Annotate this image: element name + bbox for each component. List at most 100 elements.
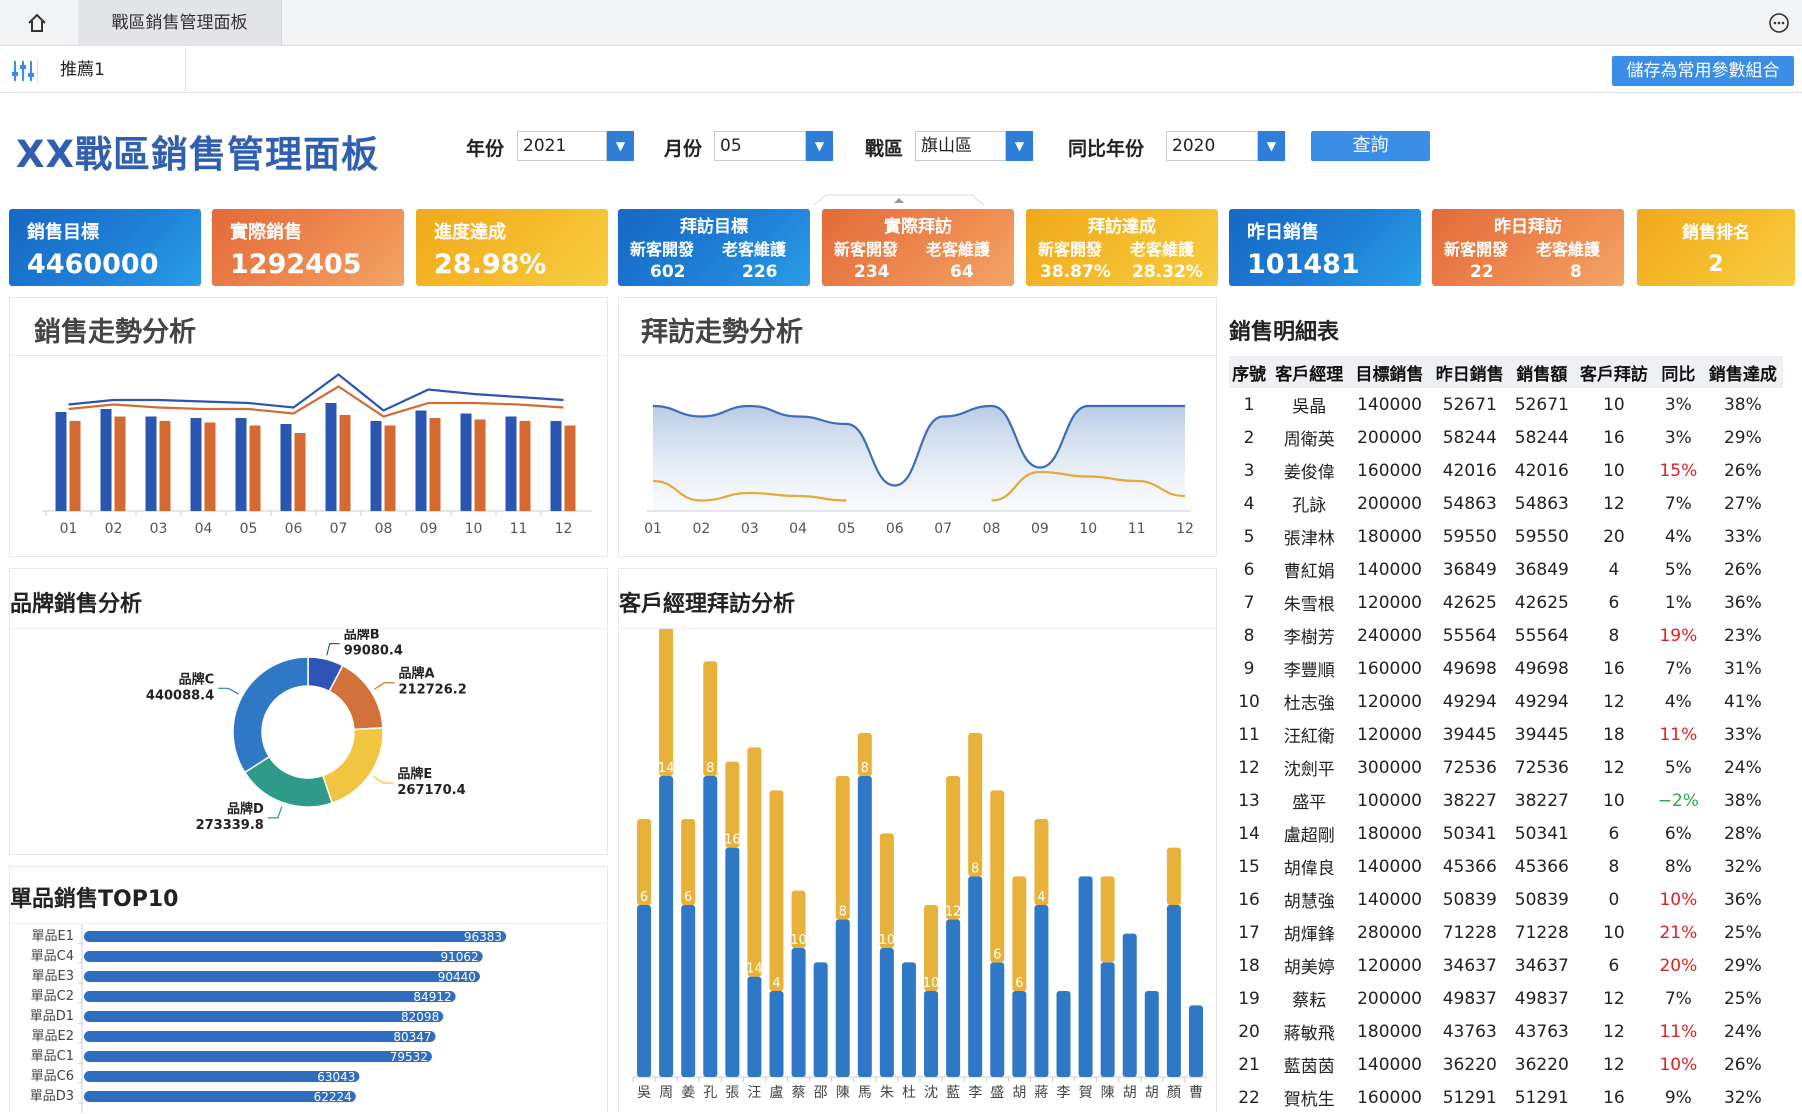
table-cell: 張津林 — [1283, 529, 1335, 549]
column-header[interactable]: 客戶經理 — [1269, 356, 1350, 388]
table-cell: 42625 — [1514, 592, 1569, 613]
table-row[interactable]: 20 蔣敏飛 180000 43763 43763 12 11% 24% — [1229, 1015, 1783, 1048]
x-tick-label: 01 — [60, 521, 78, 537]
table-cell: 50341 — [1514, 823, 1569, 844]
panel-title: 銷售走勢分析 — [34, 317, 196, 348]
x-tick-label: 顏 — [1167, 1084, 1181, 1101]
bar-value-label: 6 — [684, 890, 692, 905]
table-row[interactable]: 13 盛平 100000 38227 38227 10 −2% 38% — [1229, 784, 1783, 817]
kpi-title: 銷售排名 — [1682, 223, 1750, 243]
table-cell: 33% — [1723, 724, 1762, 745]
bar-value-label: 62224 — [314, 1090, 352, 1104]
kpi-title: 拜訪達成 — [1088, 217, 1156, 237]
save-params-button[interactable]: 儲存為常用參數組合 — [1612, 56, 1794, 86]
column-header[interactable]: 客戶拜訪 — [1573, 356, 1655, 388]
table-row[interactable]: 1 吳晶 140000 52671 52671 10 3% 38% — [1229, 388, 1783, 421]
table-row[interactable]: 17 胡煇鋒 280000 71228 71228 10 21% 25% — [1229, 916, 1783, 949]
compare-year-select[interactable]: 2020 — [1166, 131, 1258, 161]
table-row[interactable]: 18 胡美婷 120000 34637 34637 6 20% 29% — [1229, 949, 1783, 982]
table-cell: 160000 — [1357, 1087, 1422, 1108]
table-row[interactable]: 6 曹紅娟 140000 36849 36849 4 5% 26% — [1229, 553, 1783, 586]
chevron-down-icon[interactable]: ▼ — [806, 131, 833, 161]
bar-new-visits — [946, 919, 961, 1077]
preset-tab[interactable]: 推薦1 — [48, 47, 186, 93]
table-cell: 21 — [1238, 1054, 1260, 1075]
query-button[interactable]: 查詢 — [1311, 131, 1430, 161]
table-row[interactable]: 22 賀杭生 160000 51291 51291 16 9% 32% — [1229, 1081, 1783, 1114]
tab-dashboard[interactable]: 戰區銷售管理面板 — [78, 0, 282, 46]
table-row[interactable]: 8 李樹芳 240000 55564 55564 8 19% 23% — [1229, 619, 1783, 652]
x-tick-label: 汪 — [747, 1085, 761, 1101]
table-row[interactable]: 11 汪紅衛 120000 39445 39445 18 11% 33% — [1229, 718, 1783, 751]
column-header[interactable]: 序號 — [1229, 356, 1270, 388]
slice-name: 品牌B — [344, 629, 380, 643]
column-header[interactable]: 銷售額 — [1509, 356, 1574, 388]
y-tick-label: 單品C1 — [31, 1049, 74, 1064]
table-row[interactable]: 16 胡慧強 140000 50839 50839 0 10% 36% — [1229, 883, 1783, 916]
x-tick-label: 10 — [1079, 521, 1097, 537]
x-tick-label: 盛 — [990, 1085, 1004, 1101]
table-row[interactable]: 5 張津林 180000 59550 59550 20 4% 33% — [1229, 520, 1783, 553]
table-cell: 16 — [1603, 1087, 1625, 1108]
bar-actual — [370, 421, 382, 511]
kpi-visit-target: 拜訪目標 新客開發 老客維護 602 226 — [618, 209, 810, 286]
table-row[interactable]: 9 李豐順 160000 49698 49698 16 7% 31% — [1229, 652, 1783, 685]
top10-panel: 單品銷售TOP10 單品E1 96383 單品C4 91062 單品E3 90440 單品C… — [9, 866, 608, 1113]
table-cell: 8% — [1664, 856, 1692, 877]
more-icon[interactable] — [1768, 12, 1790, 34]
bar-old-visits — [747, 747, 762, 977]
table-row[interactable]: 10 杜志強 120000 49294 49294 12 4% 41% — [1229, 685, 1783, 718]
label-leader — [326, 643, 340, 656]
month-select[interactable]: 05 — [714, 131, 806, 161]
table-row[interactable]: 15 胡偉良 140000 45366 45366 8 8% 32% — [1229, 850, 1783, 883]
table-row[interactable]: 3 姜俊偉 160000 42016 42016 10 15% 26% — [1229, 454, 1783, 487]
slice-name: 品牌C — [179, 671, 215, 687]
kpi-value: 28.98% — [434, 249, 547, 280]
table-row[interactable]: 14 盧超剛 180000 50341 50341 6 6% 28% — [1229, 817, 1783, 850]
table-cell: 38% — [1723, 394, 1762, 415]
kpi-sub-label: 老客維護 — [1536, 240, 1601, 259]
chevron-down-icon[interactable]: ▼ — [607, 131, 634, 161]
table-cell: 36849 — [1514, 559, 1569, 580]
table-cell: 41% — [1723, 691, 1762, 712]
bar-old-visits — [1100, 876, 1115, 963]
sliders-icon[interactable] — [10, 58, 38, 84]
table-cell: 1% — [1664, 592, 1692, 613]
table-cell: 12 — [1603, 691, 1625, 712]
table-cell: 39445 — [1514, 724, 1569, 745]
x-tick-label: 07 — [934, 521, 952, 537]
y-tick-label: 單品D3 — [30, 1089, 74, 1104]
x-tick-label: 06 — [285, 521, 303, 537]
table-cell: 2 — [1243, 427, 1255, 448]
table-cell: 59550 — [1442, 526, 1497, 547]
table-row[interactable]: 4 孔詠 200000 54863 54863 12 7% 27% — [1229, 487, 1783, 520]
table-cell: 杜志強 — [1283, 694, 1335, 714]
kpi-value: 226 — [742, 262, 778, 282]
chevron-down-icon[interactable]: ▼ — [1006, 131, 1033, 161]
bar-value-label: 8 — [706, 761, 714, 776]
column-header[interactable]: 同比 — [1654, 356, 1703, 388]
bar-new-visits — [725, 847, 740, 1077]
table-row[interactable]: 21 藍茵茵 140000 36220 36220 12 10% 26% — [1229, 1048, 1783, 1081]
year-select[interactable]: 2021 — [517, 131, 607, 161]
slice-value: 273339.8 — [196, 818, 264, 833]
column-header[interactable]: 目標銷售 — [1349, 356, 1430, 388]
table-cell: 140000 — [1357, 559, 1422, 580]
bar-new-visits — [857, 776, 872, 1077]
chevron-down-icon[interactable]: ▼ — [1258, 131, 1285, 161]
collapse-handle[interactable] — [813, 191, 985, 206]
slice-value: 267170.4 — [397, 783, 465, 798]
table-row[interactable]: 12 沈劍平 300000 72536 72536 12 5% 24% — [1229, 751, 1783, 784]
y-tick-label: 單品E1 — [32, 929, 75, 944]
bar-new-visits — [901, 962, 916, 1077]
y-tick-label: 單品E3 — [32, 969, 75, 984]
table-row[interactable]: 19 蔡耘 200000 49837 49837 12 7% 25% — [1229, 982, 1783, 1015]
kpi-value: 64 — [950, 262, 974, 282]
table-row[interactable]: 7 朱雪根 120000 42625 42625 6 1% 36% — [1229, 586, 1783, 619]
table-cell: 李樹芳 — [1283, 628, 1335, 648]
table-row[interactable]: 2 周衛英 200000 58244 58244 16 3% 29% — [1229, 421, 1783, 454]
column-header[interactable]: 銷售達成 — [1702, 356, 1783, 388]
column-header[interactable]: 昨日銷售 — [1429, 356, 1510, 388]
region-select[interactable]: 旗山區 — [915, 131, 1006, 161]
home-icon[interactable] — [26, 12, 48, 34]
